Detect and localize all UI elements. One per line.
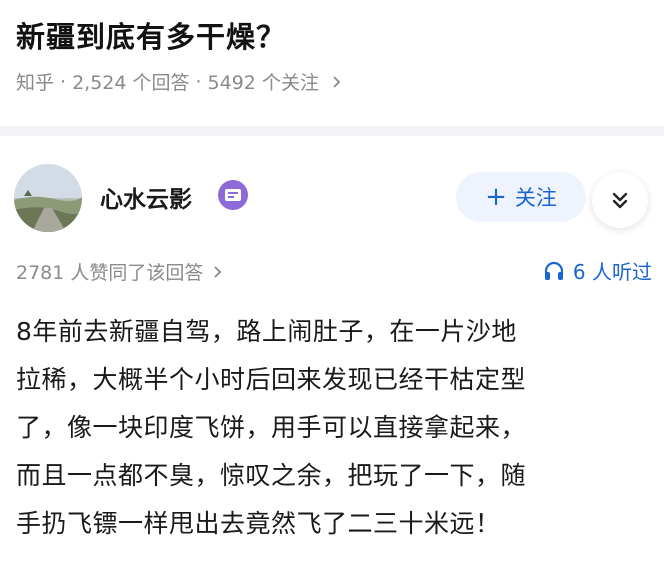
follow-label: 关注	[514, 186, 557, 210]
answer-content: 8年前去新疆自驾，路上闹肚子，在一片沙地 拉稀，大概半个小时后回来发现已经干枯定…	[16, 308, 656, 548]
follow-button[interactable]: + 关注	[456, 172, 586, 222]
listen-button[interactable]: 6 人听过	[543, 256, 652, 285]
answer-count: 2,524 个回答	[72, 72, 190, 94]
expand-more-button[interactable]	[592, 172, 648, 228]
headphones-icon	[544, 261, 564, 280]
author-name[interactable]: 心水云影	[100, 180, 192, 214]
section-divider	[0, 126, 664, 136]
answer-line: 8年前去新疆自驾，路上闹肚子，在一片沙地	[16, 317, 517, 346]
question-header: 新疆到底有多干燥？ 知乎 · 2,524 个回答 · 5492 个关注	[0, 0, 664, 126]
certified-badge-icon	[218, 180, 248, 210]
chevron-right-icon	[214, 265, 222, 278]
plus-icon: +	[485, 182, 507, 212]
double-chevron-down-icon	[612, 192, 628, 209]
question-meta[interactable]: 知乎 · 2,524 个回答 · 5492 个关注	[16, 68, 343, 95]
answer-line: 而且一点都不臭，惊叹之余，把玩了一下，随	[16, 461, 527, 490]
meta-separator: ·	[60, 70, 67, 93]
listen-count: 6 人听过	[572, 260, 652, 284]
avatar-landscape-image	[14, 164, 82, 232]
chevron-right-icon	[333, 75, 341, 88]
follower-count: 5492 个关注	[207, 72, 319, 94]
upvote-text: 2781 人赞同了该回答	[16, 262, 204, 284]
upvote-summary[interactable]: 2781 人赞同了该回答	[16, 258, 223, 285]
author-row: 心水云影 + 关注	[0, 150, 664, 240]
question-title[interactable]: 新疆到底有多干燥？	[16, 14, 286, 56]
meta-separator: ·	[195, 70, 202, 93]
source-label: 知乎	[16, 72, 55, 94]
answer-line: 手扔飞镖一样甩出去竟然飞了二三十米远！	[16, 509, 501, 538]
avatar[interactable]	[14, 164, 82, 232]
answer-line: 了，像一块印度飞饼，用手可以直接拿起来，	[16, 413, 527, 442]
answer-line: 拉稀，大概半个小时后回来发现已经干枯定型	[16, 365, 527, 394]
